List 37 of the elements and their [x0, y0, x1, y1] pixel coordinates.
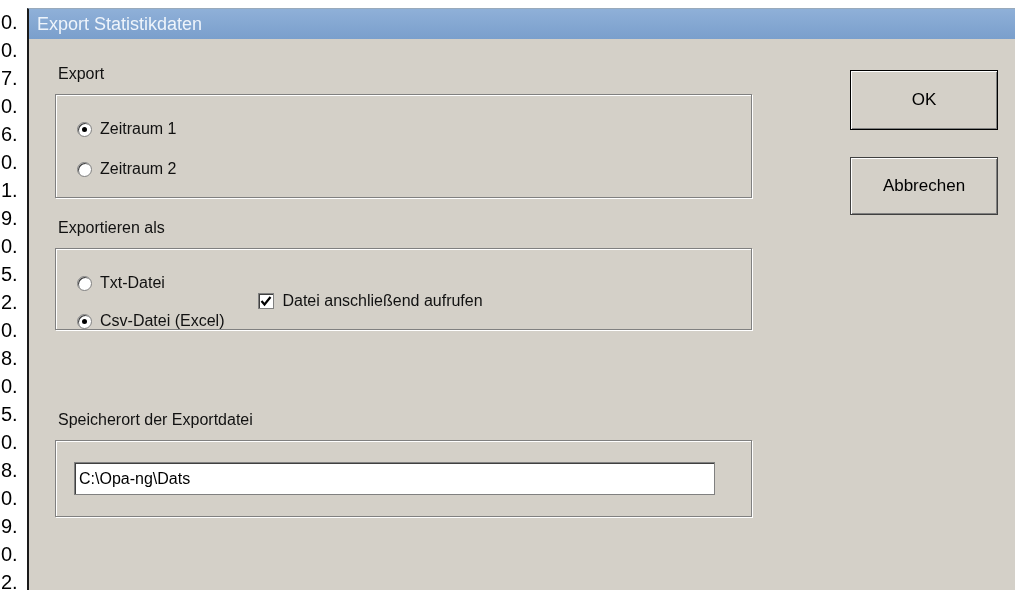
background-text: 0.: [1, 150, 19, 175]
checkbox-label[interactable]: Datei anschließend aufrufen: [282, 289, 483, 313]
background-text: 5.: [1, 402, 19, 427]
background-text: 0.: [1, 94, 19, 119]
radio-label[interactable]: Csv-Datei (Excel): [100, 309, 225, 333]
background-text: 2.: [1, 570, 19, 590]
background-text: 9.: [1, 206, 19, 231]
background-text: 0.: [1, 318, 19, 343]
group-label: Export: [58, 64, 105, 84]
radio-button[interactable]: [77, 275, 92, 291]
background-text: 0.: [1, 486, 19, 511]
background-text: 8.: [1, 458, 19, 483]
background-text: 8.: [1, 346, 19, 371]
background-text: 0.: [1, 234, 19, 259]
radio-label[interactable]: Zeitraum 2: [100, 157, 177, 181]
background-text: 6.: [1, 122, 19, 147]
background-text: 0.: [1, 10, 19, 35]
background-text: 5.: [1, 262, 19, 287]
group-label: Exportieren als: [58, 218, 165, 238]
ok-button[interactable]: OK: [850, 70, 998, 130]
background-text: 2.: [1, 290, 19, 315]
background-text: 0.: [1, 430, 19, 455]
group-label: Speicherort der Exportdatei: [58, 410, 253, 430]
cancel-button[interactable]: Abbrechen: [850, 157, 998, 215]
background-text: 0.: [1, 38, 19, 63]
radio-button[interactable]: [77, 121, 92, 137]
path-field[interactable]: C:\Opa-ng\Dats: [74, 462, 715, 495]
background-text: 9.: [1, 514, 19, 539]
radio-button[interactable]: [77, 161, 92, 177]
window-title: Export Statistikdaten: [37, 12, 203, 36]
background-text: 1.: [1, 178, 19, 203]
radio-label[interactable]: Zeitraum 1: [100, 117, 177, 141]
radio-label[interactable]: Txt-Datei: [100, 271, 165, 295]
background-text: 0.: [1, 542, 19, 567]
checkbox[interactable]: [258, 293, 275, 309]
background-text: 0.: [1, 374, 19, 399]
background-text: 7.: [1, 66, 19, 91]
